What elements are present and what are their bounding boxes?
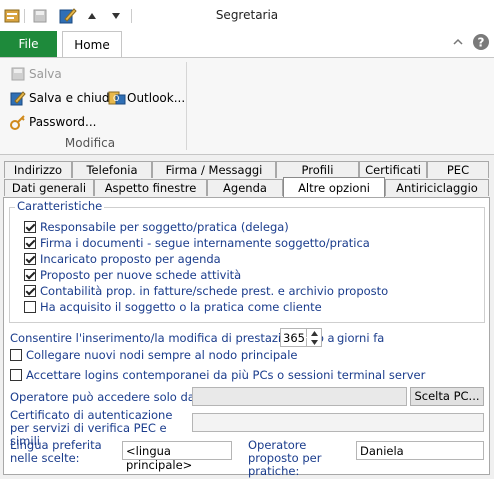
giorni-fa-label: giorni fa: [337, 331, 385, 345]
cert-field[interactable]: [192, 413, 484, 432]
salva-button[interactable]: Salva: [10, 66, 62, 82]
chevron-up-icon[interactable]: [452, 36, 464, 51]
svg-text:?: ?: [478, 36, 485, 50]
checkbox-collegare-nodi[interactable]: Collegare nuovi nodi sempre al nodo prin…: [10, 347, 297, 363]
save-icon: [10, 66, 26, 82]
operatore-value: Daniela: [360, 444, 404, 458]
file-tab[interactable]: File: [0, 31, 57, 57]
password-label: Password...: [29, 115, 97, 129]
qat-separator: [24, 9, 25, 23]
password-button[interactable]: Password...: [10, 114, 97, 130]
tab-certificati[interactable]: Certificati: [359, 161, 427, 178]
salva-e-chiudi-button[interactable]: Salva e chiudi: [10, 90, 113, 106]
checkbox-box[interactable]: [24, 269, 36, 281]
tab-dati-generali[interactable]: Dati generali: [4, 179, 94, 196]
lingua-value: <lingua principale>: [126, 444, 193, 472]
qat-separator: [131, 9, 132, 23]
up-arrow-icon[interactable]: [82, 6, 102, 26]
home-tab[interactable]: Home: [62, 31, 122, 58]
stepper-up-icon[interactable]: [306, 329, 321, 337]
save-close-icon: [10, 90, 26, 106]
tab-telefonia[interactable]: Telefonia: [72, 161, 152, 178]
down-arrow-icon[interactable]: [106, 6, 126, 26]
tab-antiriciclaggio[interactable]: Antiriciclaggio: [385, 179, 489, 196]
giorni-value: 365: [283, 331, 305, 345]
app-icon[interactable]: [2, 6, 22, 26]
tab-altre-opzioni[interactable]: Altre opzioni: [283, 177, 385, 197]
checkbox-contabilita[interactable]: Contabilità prop. in fatture/schede pres…: [24, 283, 388, 299]
checkbox-box[interactable]: [24, 253, 36, 265]
checkbox-box[interactable]: [10, 369, 22, 381]
checkbox-firma-documenti[interactable]: Firma i documenti - segue internamente s…: [24, 235, 388, 251]
operatore-label: Operatore proposto per pratiche:: [248, 438, 322, 478]
checkbox-accettare-logins[interactable]: Accettare logins contemporanei da più PC…: [10, 367, 425, 383]
key-icon: [10, 114, 26, 130]
checkbox-box[interactable]: [24, 221, 36, 233]
checkbox-acquisito-cliente[interactable]: Ha acquisito il soggetto o la pratica co…: [24, 299, 388, 315]
checkbox-proposto-schede[interactable]: Proposto per nuove schede attività: [24, 267, 388, 283]
outlook-label: Outlook...: [127, 91, 186, 105]
checkbox-box[interactable]: [24, 237, 36, 249]
giorni-stepper[interactable]: 365: [280, 328, 322, 347]
stepper-down-icon[interactable]: [306, 338, 321, 346]
operatore-field[interactable]: Daniela: [356, 441, 484, 460]
tab-row-1: Indirizzo Telefonia Firma / Messaggi Pro…: [4, 161, 489, 178]
salva-label: Salva: [29, 67, 62, 81]
tab-agenda[interactable]: Agenda: [207, 179, 283, 196]
lingua-select[interactable]: <lingua principale>: [122, 441, 232, 472]
checkbox-label: Ha acquisito il soggetto o la pratica co…: [40, 300, 322, 314]
tab-indirizzo[interactable]: Indirizzo: [4, 161, 72, 178]
outlook-button[interactable]: O Outlook...: [108, 90, 185, 106]
save-icon[interactable]: [30, 6, 50, 26]
checkbox-box[interactable]: [24, 301, 36, 313]
outlook-icon: O: [108, 90, 126, 106]
scelta-pc-button[interactable]: Scelta PC...: [410, 387, 484, 406]
checkbox-label: Responsabile per soggetto/pratica (deleg…: [40, 220, 289, 234]
pc-field[interactable]: [192, 387, 407, 406]
checkbox-label: Contabilità prop. in fatture/schede pres…: [40, 284, 389, 298]
salva-e-chiudi-label: Salva e chiudi: [29, 91, 113, 105]
checkbox-box[interactable]: [10, 349, 22, 361]
checkbox-box[interactable]: [24, 285, 36, 297]
checkbox-incaricato-agenda[interactable]: Incaricato proposto per agenda: [24, 251, 388, 267]
checkbox-label: Collegare nuovi nodi sempre al nodo prin…: [26, 348, 298, 362]
help-icon[interactable]: ?: [472, 33, 490, 54]
tab-firma-messaggi[interactable]: Firma / Messaggi: [152, 161, 276, 178]
edit-icon[interactable]: [58, 6, 78, 26]
svg-text:O: O: [113, 94, 119, 103]
pc-label: Operatore può accedere solo dal PC:: [10, 390, 221, 404]
checkbox-label: Firma i documenti - segue internamente s…: [40, 236, 370, 250]
tab-row-2: Dati generali Aspetto finestre Agenda Al…: [4, 177, 489, 197]
tab-aspetto-finestre[interactable]: Aspetto finestre: [94, 179, 207, 196]
lingua-label: Lingua preferita nelle scelte:: [10, 438, 102, 465]
tab-profili[interactable]: Profili: [276, 161, 359, 178]
tab-pec[interactable]: PEC: [427, 161, 489, 178]
caratteristiche-legend: Caratteristiche: [15, 199, 105, 213]
caratteristiche-list: Responsabile per soggetto/pratica (deleg…: [24, 219, 388, 315]
checkbox-label: Proposto per nuove schede attività: [40, 268, 242, 282]
checkbox-label: Accettare logins contemporanei da più PC…: [26, 368, 426, 382]
group-label-modifica: Modifica: [64, 136, 116, 150]
ribbon-group-separator: [186, 62, 187, 150]
checkbox-label: Incaricato proposto per agenda: [40, 252, 221, 266]
checkbox-responsabile[interactable]: Responsabile per soggetto/pratica (deleg…: [24, 219, 388, 235]
